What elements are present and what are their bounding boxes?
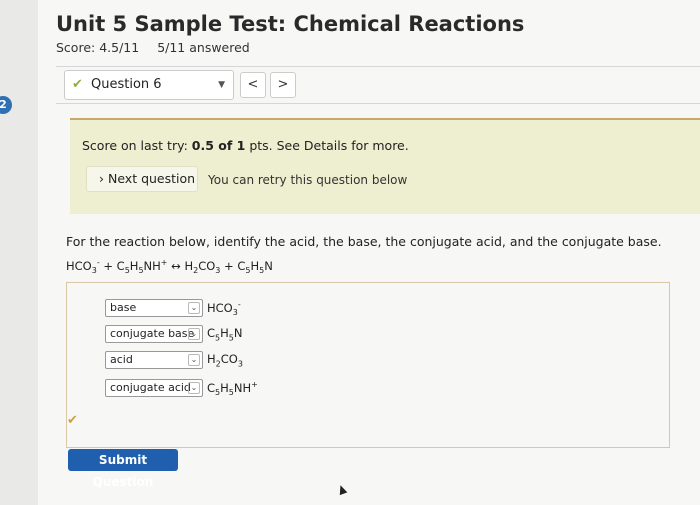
question-nav-bar: ✔ Question 6 ▼ < > [56, 66, 700, 104]
last-try-points: 0.5 of 1 [191, 138, 246, 153]
last-try-score: Score on last try: 0.5 of 1 pts. See Det… [82, 138, 409, 153]
question-select-label: Question 6 [91, 77, 162, 92]
reaction-equation: HCO3- + C5H5NH+ ↔ H2CO3 + C5H5N [66, 258, 273, 276]
species-h2co3: H2CO3 [207, 352, 243, 369]
chevron-down-icon: ⌄ [188, 382, 200, 394]
retry-note: You can retry this question below [208, 173, 408, 187]
question-select[interactable]: ✔ Question 6 ▼ [64, 70, 234, 100]
chevron-down-icon: ⌄ [188, 302, 200, 314]
chevron-right-icon: › [99, 171, 108, 186]
chevron-down-icon: ▼ [218, 80, 225, 90]
check-icon: ✔ [72, 77, 83, 92]
score-summary: Score: 4.5/11 5/11 answered [56, 40, 250, 55]
score-panel: Score on last try: 0.5 of 1 pts. See Det… [70, 118, 700, 214]
total-score: Score: 4.5/11 [56, 40, 140, 55]
question-instructions: For the reaction below, identify the aci… [66, 234, 662, 249]
answer-select-4[interactable]: conjugate acid ⌄ [105, 379, 203, 397]
answered-count: 5/11 answered [157, 40, 250, 55]
submit-question-button[interactable]: Submit Question [68, 449, 178, 489]
species-c5h5nh: C5H5NH+ [207, 380, 258, 398]
answer-area: base ⌄ HCO3- conjugate base ⌄ C5H5N acid… [66, 282, 670, 448]
answer-select-3[interactable]: acid ⌄ [105, 351, 203, 369]
species-c5h5n: C5H5N [207, 326, 243, 343]
page-title: Unit 5 Sample Test: Chemical Reactions [56, 12, 525, 36]
previous-question-button[interactable]: < [240, 72, 266, 98]
chevron-down-icon: ⌄ [188, 328, 200, 340]
species-hco3: HCO3- [207, 300, 241, 318]
chevron-down-icon: ⌄ [188, 354, 200, 366]
next-question-arrow-button[interactable]: > [270, 72, 296, 98]
partial-check-icon: ✔ [67, 413, 78, 428]
answer-select-2[interactable]: conjugate base ⌄ [105, 325, 203, 343]
question-number-badge: 2 [0, 96, 12, 114]
next-question-button[interactable]: › Next question [86, 166, 198, 192]
answer-select-1[interactable]: base ⌄ [105, 299, 203, 317]
